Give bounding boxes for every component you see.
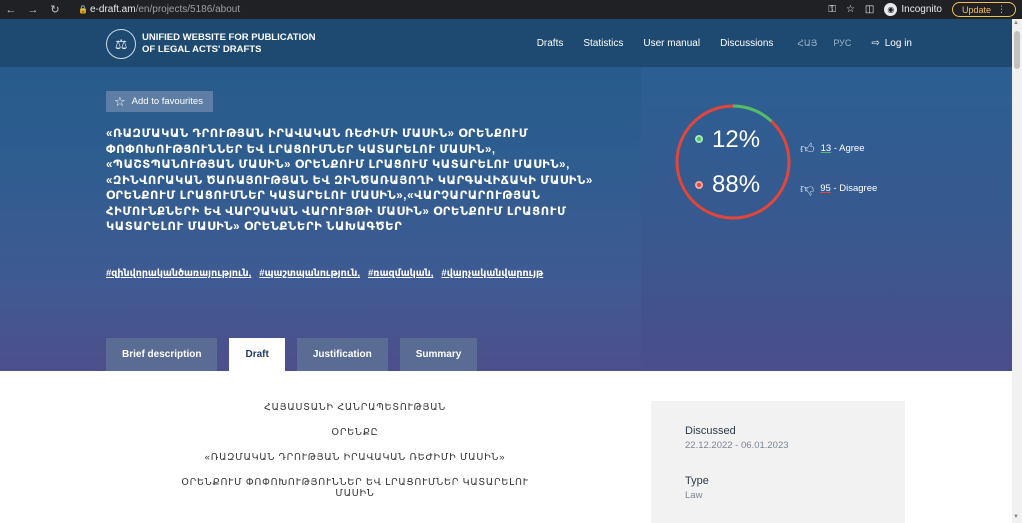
- lock-icon: 🔒: [78, 5, 88, 14]
- update-label: Update: [961, 4, 991, 15]
- login-link[interactable]: ⇨ Log in: [871, 38, 912, 49]
- draft-line: ՕՐԵՆՔԸ: [331, 427, 379, 438]
- site-title-line2: OF LEGAL ACTS' DRAFTS: [142, 44, 262, 55]
- site-title[interactable]: UNIFIED WEBSITE FOR PUBLICATION OF LEGAL…: [142, 32, 342, 56]
- disagree-arc: [675, 104, 791, 220]
- browser-toolbar: ← → ↻ 🔒 e-draft.am/en/projects/5186/abou…: [0, 0, 1022, 19]
- agree-button[interactable]: 👍︎ 13 - Agree: [800, 140, 865, 157]
- agree-percent: 12%: [712, 126, 761, 153]
- disagree-percent: 88%: [712, 171, 761, 198]
- scroll-down-icon[interactable]: ▼: [1013, 514, 1019, 520]
- incognito-label: Incognito: [901, 4, 942, 15]
- lang-armenian[interactable]: ՀԱՅ: [797, 38, 817, 49]
- login-icon: ⇨: [871, 37, 880, 49]
- disagree-count: 95: [820, 183, 831, 194]
- type-value: Law: [685, 490, 703, 501]
- back-icon[interactable]: ←: [0, 4, 22, 16]
- star-outline-icon: ☆: [114, 93, 126, 109]
- draft-info-box: Discussed 22.12.2022 - 06.01.2023 Type L…: [651, 401, 905, 523]
- tab-bar: Brief description Draft Justification Su…: [106, 338, 478, 371]
- nav-user-manual[interactable]: User manual: [643, 38, 700, 49]
- draft-line: ՕՐԵՆՔՈՒՄ ՓՈՓՈԽՈՒԹՅՈՒՆՆԵՐ ԵՎ ԼՐԱՑՈՒՄՆԵՐ Կ…: [181, 477, 529, 499]
- tab-draft[interactable]: Draft: [229, 338, 285, 371]
- site-title-line1: UNIFIED WEBSITE FOR PUBLICATION: [142, 32, 316, 43]
- login-label: Log in: [884, 37, 912, 49]
- incognito-icon: ◉: [884, 3, 898, 16]
- scales-logo-icon[interactable]: ⚖: [106, 29, 136, 59]
- page-scrollbar[interactable]: [1012, 19, 1022, 523]
- discussed-label: Discussed: [685, 425, 736, 437]
- update-button[interactable]: Update ⋮: [951, 2, 1016, 17]
- agree-label: - Agree: [831, 143, 865, 154]
- discussed-value: 22.12.2022 - 06.01.2023: [685, 440, 789, 451]
- add-to-favourites-button[interactable]: ☆ Add to favourites: [106, 91, 213, 112]
- key-icon[interactable]: ⚿: [828, 4, 836, 15]
- vote-ring-chart: [675, 104, 791, 220]
- draft-line: ՀԱՅԱՍՏԱՆԻ ՀԱՆՐԱՊԵՏՈՒԹՅԱՆ: [264, 402, 446, 413]
- draft-text: ՀԱՅԱՍՏԱՆԻ ՀԱՆՐԱՊԵՏՈՒԹՅԱՆ ՕՐԵՆՔԸ «ՌԱԶՄԱԿԱ…: [160, 402, 550, 502]
- scrollbar-thumb[interactable]: [1014, 31, 1020, 69]
- more-menu-icon: ⋮: [997, 4, 1006, 14]
- tag-military-service[interactable]: #զինվորականծառայություն,: [106, 268, 251, 279]
- side-panel-icon[interactable]: ◫: [865, 4, 874, 15]
- nav-drafts[interactable]: Drafts: [537, 38, 564, 49]
- disagree-label: - Disagree: [830, 183, 878, 194]
- tag-administrative-procedure[interactable]: #վարչականվարույթ: [441, 268, 543, 279]
- url-path: /en/projects/5186/about: [135, 4, 241, 15]
- reload-icon[interactable]: ↻: [44, 3, 66, 16]
- tab-justification[interactable]: Justification: [296, 338, 388, 371]
- disagree-dot-icon: [695, 181, 703, 189]
- forward-icon[interactable]: →: [22, 4, 44, 16]
- thumbs-down-icon: 👎︎: [800, 180, 815, 196]
- lang-russian[interactable]: РУС: [833, 38, 851, 48]
- address-bar[interactable]: 🔒 e-draft.am/en/projects/5186/about: [78, 2, 878, 17]
- tag-military[interactable]: #ռազմական,: [368, 268, 433, 279]
- tag-defense[interactable]: #պաշտպանություն,: [259, 268, 360, 279]
- url-host: e-draft.am: [90, 4, 136, 15]
- scroll-up-icon[interactable]: ▲: [1013, 20, 1019, 26]
- incognito-indicator[interactable]: ◉ Incognito: [884, 3, 942, 16]
- nav-discussions[interactable]: Discussions: [720, 38, 773, 49]
- type-label: Type: [685, 475, 709, 487]
- main-nav: Drafts Statistics User manual Discussion…: [537, 19, 912, 67]
- thumbs-up-icon: 👍︎: [800, 140, 815, 156]
- draft-title: «ՌԱԶՄԱԿԱՆ ԴՐՈՒԹՅԱՆ ԻՐԱՎԱԿԱՆ ՌԵԺԻՄԻ ՄԱՍԻՆ…: [106, 128, 593, 233]
- tab-brief-description[interactable]: Brief description: [106, 338, 218, 371]
- tab-summary[interactable]: Summary: [399, 338, 478, 371]
- nav-statistics[interactable]: Statistics: [583, 38, 623, 49]
- tag-list: #զինվորականծառայություն, #պաշտպանություն…: [106, 268, 543, 279]
- bookmark-star-icon[interactable]: ☆: [846, 4, 855, 15]
- site-header: ⚖ UNIFIED WEBSITE FOR PUBLICATION OF LEG…: [0, 19, 1012, 67]
- agree-dot-icon: [695, 135, 703, 143]
- draft-line: «ՌԱԶՄԱԿԱՆ ԴՐՈՒԹՅԱՆ ԻՐԱՎԱԿԱՆ ՌԵԺԻՄԻ ՄԱՍԻՆ…: [204, 452, 506, 463]
- add-to-favourites-label: Add to favourites: [131, 96, 203, 107]
- disagree-button[interactable]: 👎︎ 95 - Disagree: [800, 180, 877, 197]
- agree-count: 13: [820, 143, 832, 154]
